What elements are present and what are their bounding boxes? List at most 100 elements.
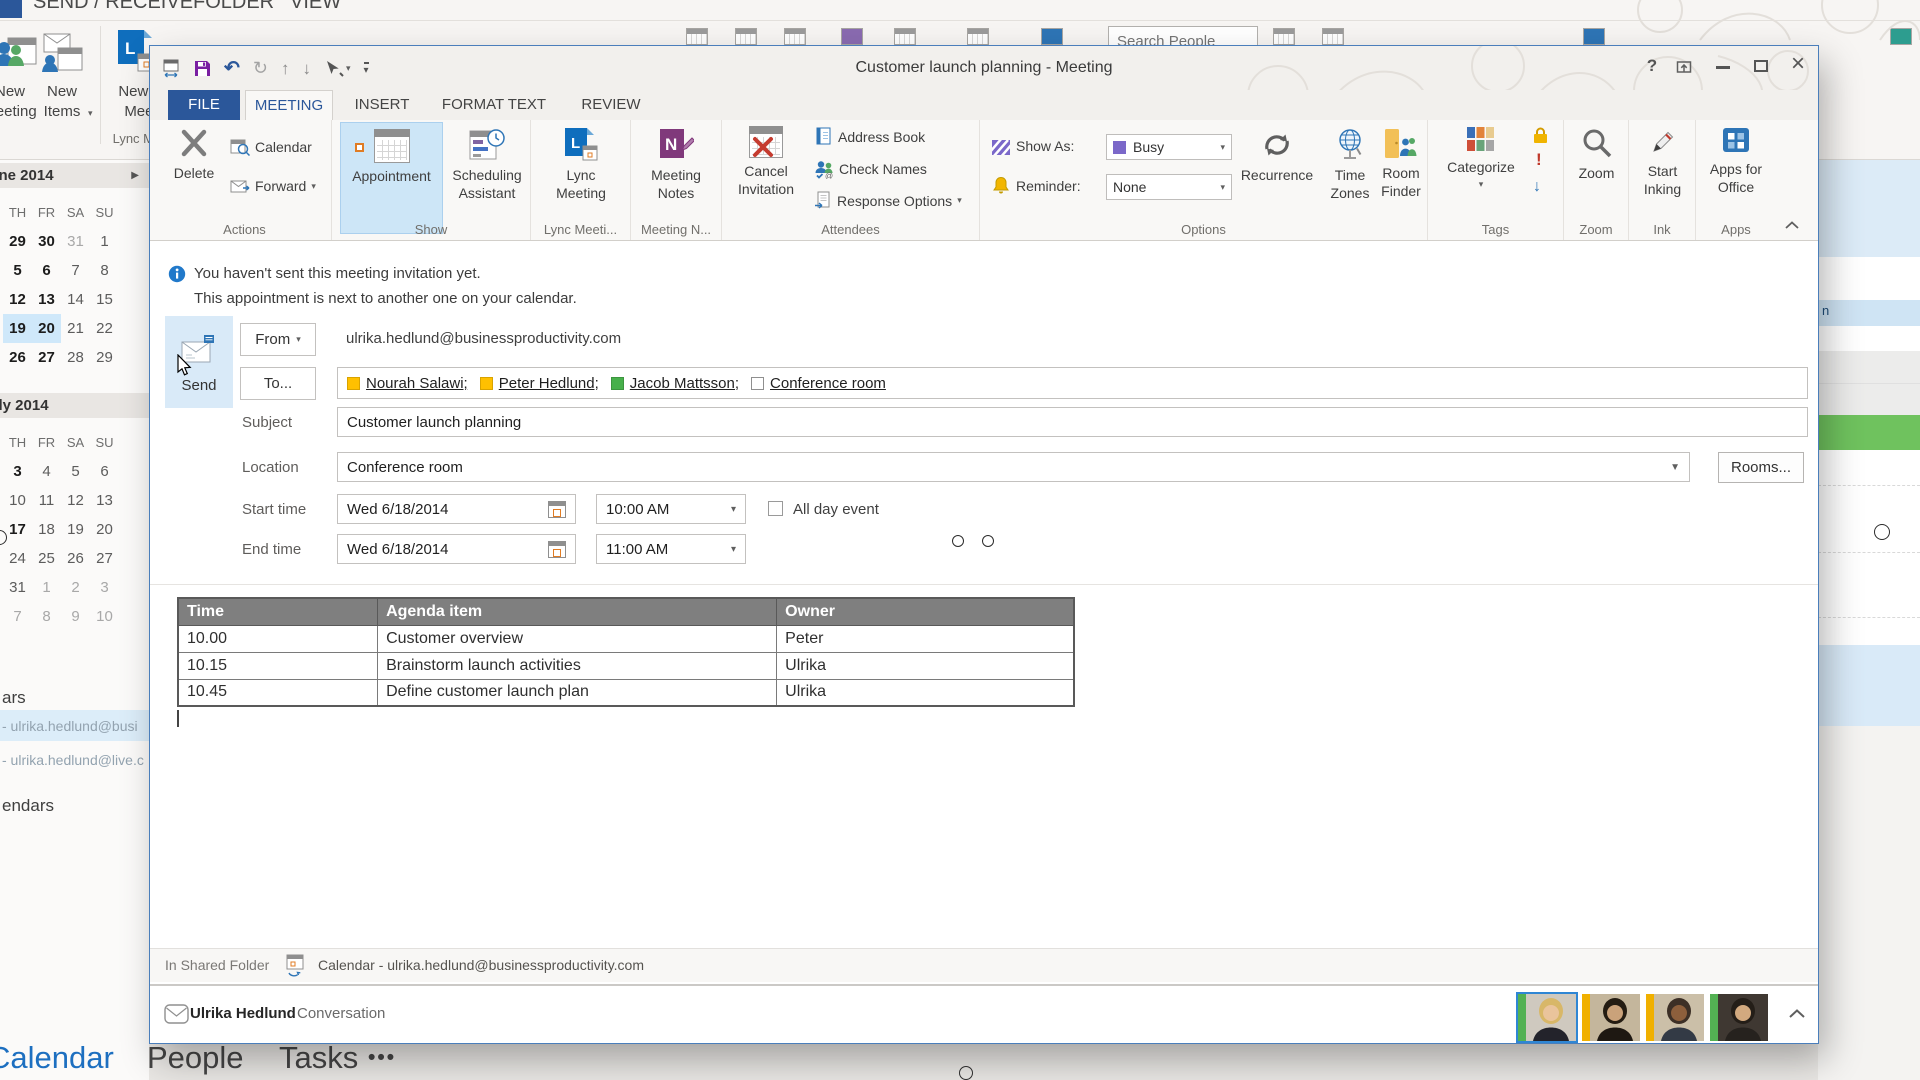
month-header[interactable]: July 2014 bbox=[0, 393, 149, 418]
tab-format-text[interactable]: FORMAT TEXT bbox=[431, 90, 557, 120]
attendee-photo[interactable] bbox=[1582, 994, 1640, 1041]
dropdown-arrow-icon[interactable]: ▾ bbox=[731, 544, 736, 555]
date-cell[interactable]: 9 bbox=[61, 602, 90, 631]
delete-button[interactable]: Delete bbox=[164, 126, 224, 182]
reminder-combo[interactable]: None ▾ bbox=[1106, 174, 1232, 200]
start-inking-button[interactable]: Start Inking bbox=[1636, 126, 1689, 198]
title-bar[interactable]: ↶ ↻ ↑ ↓ ▾ ▾ Customer launch planning - M… bbox=[150, 46, 1818, 90]
address-book-button[interactable]: Address Book bbox=[814, 127, 925, 146]
zoom-button[interactable]: Zoom bbox=[1570, 126, 1623, 182]
attendee-photo[interactable] bbox=[1518, 994, 1576, 1041]
tab-review[interactable]: REVIEW bbox=[571, 90, 651, 120]
date-cell[interactable]: 1 bbox=[32, 573, 61, 602]
forward-button[interactable]: Forward▾ bbox=[230, 178, 316, 194]
pin-ribbon-icon[interactable] bbox=[1676, 59, 1693, 75]
folder-path[interactable]: Calendar - ulrika.hedlund@businessproduc… bbox=[318, 957, 644, 973]
date-cell[interactable]: 3 bbox=[3, 457, 32, 486]
date-cell[interactable]: 27 bbox=[32, 343, 61, 372]
end-time-field[interactable]: 11:00 AM▾ bbox=[596, 534, 746, 564]
my-calendars-label[interactable]: ars bbox=[2, 688, 26, 708]
new-items-button[interactable]: New Items bbox=[31, 82, 93, 123]
end-date-field[interactable]: Wed 6/18/2014 bbox=[337, 534, 576, 564]
tab-send-receive[interactable]: SEND / RECEIVE bbox=[33, 0, 193, 14]
dropdown-arrow-icon[interactable]: ▼ bbox=[1670, 462, 1680, 473]
date-cell[interactable]: 24 bbox=[3, 544, 32, 573]
date-cell[interactable]: 14 bbox=[61, 285, 90, 314]
tab-insert[interactable]: INSERT bbox=[347, 90, 417, 120]
agenda-cell[interactable]: 10.45 bbox=[178, 679, 378, 706]
date-cell[interactable]: 18 bbox=[32, 515, 61, 544]
date-cell[interactable]: 31 bbox=[3, 573, 32, 602]
attendee-photo[interactable] bbox=[1710, 994, 1768, 1041]
date-cell[interactable]: 26 bbox=[61, 544, 90, 573]
nav-people[interactable]: People bbox=[147, 1040, 244, 1076]
date-cell[interactable]: 4 bbox=[32, 457, 61, 486]
date-cell[interactable]: 13 bbox=[32, 285, 61, 314]
categorize-button[interactable]: Categorize ▾ bbox=[1438, 126, 1524, 191]
agenda-cell[interactable]: Customer overview bbox=[378, 625, 777, 652]
agenda-cell[interactable]: Peter bbox=[777, 625, 1074, 652]
nav-more[interactable]: ••• bbox=[368, 1046, 396, 1070]
send-button[interactable]: Send bbox=[165, 316, 233, 408]
high-importance-icon[interactable]: ! bbox=[1536, 150, 1542, 170]
maximize-icon[interactable] bbox=[1754, 60, 1768, 72]
date-cell[interactable]: 8 bbox=[32, 602, 61, 631]
date-cell[interactable]: 6 bbox=[32, 256, 61, 285]
tab-meeting[interactable]: MEETING bbox=[245, 90, 333, 120]
show-as-combo[interactable]: Busy ▾ bbox=[1106, 134, 1232, 160]
date-cell[interactable]: 13 bbox=[90, 486, 119, 515]
all-day-checkbox[interactable] bbox=[768, 501, 783, 516]
month-header[interactable]: June 2014▶ bbox=[0, 163, 149, 188]
attendee-name[interactable]: Conference room bbox=[770, 375, 886, 392]
subject-field[interactable]: Customer launch planning bbox=[337, 407, 1808, 437]
scheduling-assistant-button[interactable]: Scheduling Assistant bbox=[446, 128, 528, 202]
date-cell[interactable]: 3 bbox=[90, 573, 119, 602]
date-picker-icon[interactable] bbox=[548, 541, 566, 558]
agenda-cell[interactable]: Define customer launch plan bbox=[378, 679, 777, 706]
date-cell[interactable]: 20 bbox=[90, 515, 119, 544]
nav-tasks[interactable]: Tasks bbox=[279, 1040, 358, 1076]
tab-file[interactable]: FILE bbox=[168, 90, 240, 120]
date-cell[interactable]: 29 bbox=[90, 343, 119, 372]
cancel-invitation-button[interactable]: Cancel Invitation bbox=[730, 126, 802, 198]
date-cell[interactable]: 1 bbox=[90, 227, 119, 256]
date-cell[interactable]: 30 bbox=[32, 227, 61, 256]
from-button[interactable]: From▾ bbox=[240, 323, 316, 356]
date-cell[interactable]: 25 bbox=[32, 544, 61, 573]
date-cell[interactable]: 8 bbox=[90, 256, 119, 285]
date-cell[interactable]: 28 bbox=[61, 343, 90, 372]
agenda-cell[interactable]: 10.15 bbox=[178, 652, 378, 679]
date-cell[interactable]: 10 bbox=[3, 486, 32, 515]
date-cell[interactable]: 20 bbox=[32, 314, 61, 343]
start-date-field[interactable]: Wed 6/18/2014 bbox=[337, 494, 576, 524]
date-cell[interactable]: 7 bbox=[3, 602, 32, 631]
attendee-name[interactable]: Jacob Mattsson; bbox=[630, 375, 739, 392]
dropdown-arrow-icon[interactable]: ▾ bbox=[731, 504, 736, 515]
date-cell[interactable]: 19 bbox=[3, 314, 32, 343]
date-cell[interactable]: 19 bbox=[61, 515, 90, 544]
collapse-ribbon-chevron-icon[interactable] bbox=[1784, 220, 1800, 230]
attendee-chip[interactable]: Jacob Mattsson; bbox=[611, 375, 739, 392]
attendee-name[interactable]: Peter Hedlund; bbox=[499, 375, 599, 392]
date-cell[interactable]: 22 bbox=[90, 314, 119, 343]
collapse-chevron-icon[interactable] bbox=[1788, 1008, 1806, 1019]
attendee-chip[interactable]: Peter Hedlund; bbox=[480, 375, 599, 392]
date-cell[interactable]: 5 bbox=[61, 457, 90, 486]
meeting-notes-button[interactable]: N Meeting Notes bbox=[637, 126, 715, 202]
date-cell[interactable]: 6 bbox=[90, 457, 119, 486]
tab-view[interactable]: VIEW bbox=[290, 0, 341, 14]
to-button[interactable]: To... bbox=[240, 367, 316, 400]
rooms-button[interactable]: Rooms... bbox=[1718, 452, 1804, 483]
nav-calendar[interactable]: Calendar bbox=[0, 1040, 114, 1076]
date-cell[interactable]: 15 bbox=[90, 285, 119, 314]
appointment-button[interactable]: Appointment bbox=[340, 122, 443, 234]
to-field[interactable]: Nourah Salawi; Peter Hedlund; Jacob Mattss… bbox=[337, 367, 1808, 399]
apps-for-office-button[interactable]: Apps for Office bbox=[1707, 126, 1765, 196]
date-cell[interactable]: 21 bbox=[61, 314, 90, 343]
date-cell[interactable]: 29 bbox=[3, 227, 32, 256]
calendar-account-item[interactable]: - ulrika.hedlund@busi bbox=[0, 710, 149, 741]
attendee-chip[interactable]: Nourah Salawi; bbox=[347, 375, 468, 392]
date-cell[interactable]: 12 bbox=[3, 285, 32, 314]
calendar-button[interactable]: Calendar bbox=[230, 138, 312, 156]
date-cell[interactable]: 5 bbox=[3, 256, 32, 285]
